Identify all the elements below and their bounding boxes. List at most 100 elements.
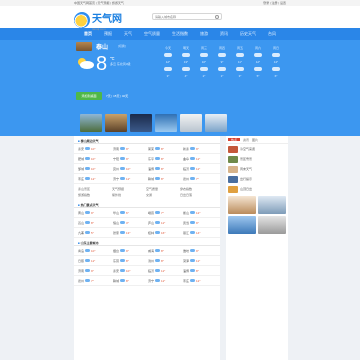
city-weather-cell[interactable]: 烟台 9° — [113, 249, 146, 253]
nav-item[interactable]: 首页 — [84, 31, 92, 37]
promo-image[interactable] — [105, 114, 127, 132]
city-weather-cell[interactable]: 青岛 10° — [78, 249, 111, 253]
city-weather-cell[interactable]: 淄博 8° — [148, 167, 181, 171]
cloud-icon — [236, 53, 244, 57]
nav-item[interactable]: 生活指数 — [172, 31, 188, 37]
cloud-icon — [272, 67, 280, 71]
quick-link[interactable]: 旅游指数 — [78, 193, 106, 197]
sidebar-tab[interactable]: 热点 — [228, 138, 241, 142]
news-item[interactable]: 冷空气来袭 — [226, 144, 288, 154]
promo-image[interactable] — [155, 114, 177, 132]
city-weather-cell[interactable]: 华山 6° — [113, 211, 146, 215]
quick-link[interactable]: 空气质量 — [146, 187, 174, 191]
city-weather-cell[interactable]: 庐山 11° — [148, 221, 181, 225]
promo-image[interactable] — [180, 114, 202, 132]
city-weather-cell[interactable]: 济南 9° — [113, 147, 146, 151]
forecast-day[interactable]: 明天 13° 4° — [178, 46, 194, 78]
city-weather-cell[interactable]: 东平 8° — [148, 157, 181, 161]
gallery-image[interactable] — [228, 216, 256, 234]
city-weather-cell[interactable]: 新泰 9° — [183, 147, 216, 151]
city-weather-cell[interactable]: 肥城 10° — [78, 157, 111, 161]
city-weather-cell[interactable]: 济南 9° — [78, 269, 111, 273]
quick-link[interactable]: 穿衣指数 — [180, 187, 208, 191]
city-weather-cell[interactable]: 曲阜 11° — [183, 157, 216, 161]
news-item[interactable]: 景区雪景 — [226, 154, 288, 164]
forecast-range-links[interactable]: 7天 | 15天 | 40天 — [106, 94, 128, 98]
city-weather-cell[interactable]: 嵩山 8° — [78, 221, 111, 225]
forecast-day[interactable]: 周六 12° 5° — [250, 46, 266, 78]
quick-link[interactable]: 天气预报 — [112, 187, 140, 191]
city-weather-cell[interactable]: 临沂 11° — [183, 167, 216, 171]
forecast-day[interactable]: 今天 12° 3° — [160, 46, 176, 78]
quick-link[interactable]: 交通 — [146, 193, 174, 197]
top-links-right[interactable]: 登录 | 注册 | 设置 — [263, 1, 286, 5]
city-weather-cell[interactable]: 莱芜 8° — [148, 147, 181, 151]
quick-link[interactable]: 紫外线 — [112, 193, 140, 197]
city-weather-cell[interactable]: 临沂 11° — [148, 269, 181, 273]
nav-item[interactable]: 天气 — [124, 31, 132, 37]
sidebar-tab[interactable]: 资讯 — [243, 138, 249, 142]
city-weather-cell[interactable]: 衡山 12° — [183, 211, 216, 215]
city-weather-cell[interactable]: 日照 11° — [78, 259, 111, 263]
quick-link[interactable]: 泰山景区 — [78, 187, 106, 191]
city-weather-cell[interactable]: 武当 9° — [183, 221, 216, 225]
city-weather-cell[interactable]: 聊城 8° — [113, 279, 146, 283]
city-weather-cell[interactable]: 滨州 8° — [148, 259, 181, 263]
nav-item[interactable]: 资讯 — [220, 31, 228, 37]
city-weather-cell[interactable]: 德州 7° — [78, 279, 111, 283]
promo-image[interactable] — [80, 114, 102, 132]
news-item[interactable]: 出行提示 — [226, 174, 288, 184]
logo[interactable]: 天气网 tianqi.com — [74, 9, 122, 31]
city-weather-cell[interactable]: 兖州 10° — [113, 167, 146, 171]
city-weather-cell[interactable]: 济宁 11° — [148, 279, 181, 283]
city-weather-cell[interactable]: 菏泽 11° — [183, 259, 216, 263]
forecast-day[interactable]: 周四 9° 1° — [214, 46, 230, 78]
city-weather-cell[interactable]: 泰安 10° — [113, 269, 146, 273]
city-weather-cell[interactable]: 济宁 11° — [113, 177, 146, 181]
city-weather-cell[interactable]: 桂林 16° — [148, 231, 181, 235]
temperature-unit: ℃ — [110, 56, 115, 61]
city-name[interactable]: 泰山 — [96, 42, 108, 51]
quick-link[interactable]: 日出日落 — [180, 193, 208, 197]
city-weather-cell[interactable]: 九寨 5° — [78, 231, 111, 235]
city-weather-cell[interactable]: 东营 8° — [113, 259, 146, 263]
city-weather-cell[interactable]: 黄山 9° — [78, 211, 111, 215]
city-weather-cell[interactable]: 淄博 8° — [183, 269, 216, 273]
city-name: 临沂 — [183, 166, 190, 171]
forecast-day[interactable]: 周日 14° 6° — [268, 46, 284, 78]
news-item[interactable]: 周末天气 — [226, 164, 288, 174]
city-weather-cell[interactable]: 枣庄 12° — [78, 177, 111, 181]
forecast-day[interactable]: 周三 10° 2° — [196, 46, 212, 78]
city-weather-cell[interactable]: 泰安 10° — [78, 147, 111, 151]
city-weather-cell[interactable]: 丽江 14° — [183, 231, 216, 235]
sidebar-tab[interactable]: 图片 — [252, 138, 258, 142]
gallery-image[interactable] — [228, 196, 256, 214]
nav-item[interactable]: 空气质量 — [144, 31, 160, 37]
city-weather-cell[interactable]: 潍坊 9° — [183, 249, 216, 253]
promo-image[interactable] — [130, 114, 152, 132]
forecast-day[interactable]: 周五 11° 3° — [232, 46, 248, 78]
city-weather-cell[interactable]: 威海 8° — [148, 249, 181, 253]
add-to-desktop-button[interactable]: 添加到桌面 — [76, 92, 102, 100]
city-weather-cell[interactable]: 张家 13° — [113, 231, 146, 235]
nav-item[interactable]: 预报 — [104, 31, 112, 37]
nav-item[interactable]: 旅游 — [200, 31, 208, 37]
promo-image[interactable] — [205, 114, 227, 132]
city-weather-cell[interactable]: 峨眉 7° — [148, 211, 181, 215]
city-weather-cell[interactable]: 聊城 8° — [148, 177, 181, 181]
nav-item[interactable]: 台风 — [268, 31, 276, 37]
city-weather-cell[interactable]: 德州 7° — [183, 177, 216, 181]
city-weather-cell[interactable]: 邹城 10° — [78, 167, 111, 171]
gallery-image[interactable] — [258, 196, 286, 214]
city-weather-cell[interactable]: 宁阳 9° — [113, 157, 146, 161]
news-item[interactable]: 山顶日出 — [226, 184, 288, 194]
city-weather-cell[interactable]: 恒山 3° — [113, 221, 146, 225]
nav-item[interactable]: 历史天气 — [240, 31, 256, 37]
search-box[interactable] — [152, 13, 222, 20]
gallery-image[interactable] — [258, 216, 286, 234]
switch-city-link[interactable]: [切换] — [118, 44, 126, 48]
top-links-left[interactable]: 中国天气网首页 | 天气预报 | 旅游天气 — [74, 1, 124, 5]
search-input[interactable] — [155, 14, 209, 19]
city-weather-cell[interactable]: 枣庄 12° — [183, 279, 216, 283]
search-icon[interactable] — [215, 14, 219, 19]
